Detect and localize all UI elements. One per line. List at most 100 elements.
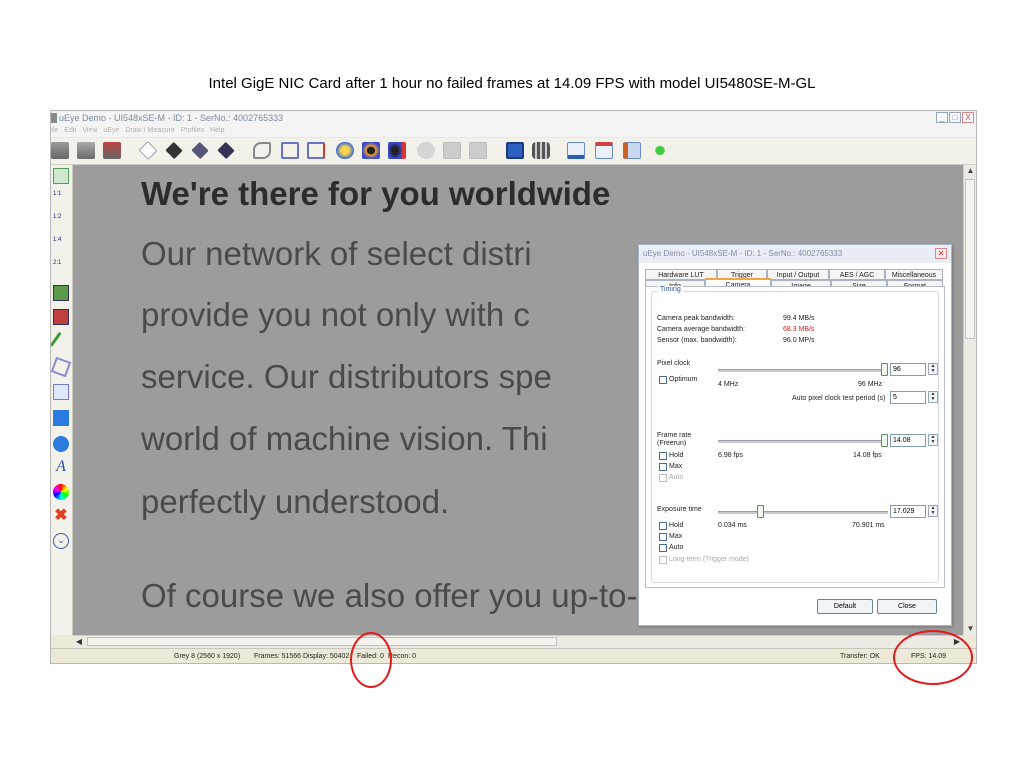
frame-rate-max-checkbox[interactable] — [659, 463, 667, 471]
status-frames: Frames: 51566 — [254, 653, 302, 660]
vertical-scroll-thumb[interactable] — [965, 179, 975, 339]
roi-delete-icon[interactable] — [307, 142, 325, 159]
menu-ueye[interactable]: uEye — [103, 125, 119, 137]
menu-view[interactable]: View — [82, 125, 97, 137]
menu-profiles[interactable]: Profiles — [181, 125, 204, 137]
disabled-2-icon[interactable] — [443, 142, 461, 159]
maximize-button[interactable]: □ — [949, 112, 961, 123]
exposure-spinner[interactable]: ▲ ▼ — [928, 505, 938, 517]
diamond-1-icon[interactable] — [138, 141, 158, 160]
dialog-close-button[interactable]: Close — [877, 599, 937, 614]
rectangle-tool-icon[interactable] — [53, 410, 69, 426]
camera-live-icon[interactable] — [77, 142, 95, 159]
pencil-icon[interactable] — [51, 331, 73, 355]
cpu-icon[interactable] — [336, 142, 354, 159]
dialog-close-icon[interactable]: ✕ — [935, 248, 947, 259]
main-toolbar — [51, 138, 976, 165]
pixel-clock-spinner[interactable]: ▲ ▼ — [928, 363, 938, 375]
frame-rate-input[interactable]: 14.08 — [890, 434, 926, 447]
image-info-icon[interactable] — [623, 142, 641, 159]
exposure-hold-label: Hold — [669, 522, 684, 529]
zoom-custom-icon[interactable] — [53, 285, 69, 301]
auto-pixel-clock-test-input[interactable]: 5 — [890, 391, 926, 404]
line-view-icon[interactable] — [595, 142, 613, 159]
menu-file[interactable]: File — [51, 125, 58, 137]
magic-wand-icon[interactable] — [651, 142, 669, 159]
diamond-4-icon[interactable] — [217, 141, 235, 160]
frame-rate-max: 14.08 fps — [853, 452, 882, 459]
polygon-icon[interactable] — [51, 356, 72, 378]
zoom-2-1-label: 2:1 — [53, 260, 62, 266]
frame-rate-auto-checkbox[interactable] — [659, 474, 667, 482]
disabled-1-icon[interactable] — [417, 142, 435, 159]
exposure-max-checkbox[interactable] — [659, 533, 667, 541]
histogram-icon[interactable] — [567, 142, 585, 159]
exposure-auto-checkbox[interactable] — [659, 544, 667, 552]
frame-rate-min: 6.98 fps — [718, 452, 743, 459]
frame-rate-slider[interactable] — [881, 434, 888, 447]
frame-rate-track — [718, 440, 888, 443]
timing-group-title: Timing — [658, 286, 683, 293]
pixel-clock-input[interactable]: 96 — [890, 363, 926, 376]
menu-help[interactable]: Help — [210, 125, 224, 137]
scroll-left-icon[interactable]: ◀ — [73, 636, 85, 648]
frame-rate-hold-label: Hold — [669, 452, 684, 459]
tab-aes-agc[interactable]: AES / AGC — [829, 269, 885, 280]
text-tool-icon[interactable]: A — [53, 459, 69, 475]
exposure-hold-checkbox[interactable] — [659, 522, 667, 530]
long-term-checkbox[interactable] — [659, 556, 667, 564]
pixel-clock-slider[interactable] — [881, 363, 888, 376]
auto-pixel-clock-test-spinner[interactable]: ▲ ▼ — [928, 391, 938, 403]
color-picker-icon[interactable] — [53, 484, 69, 500]
fit-to-window-icon[interactable] — [53, 168, 69, 184]
horizontal-scrollbar[interactable]: ◀ ▶ — [73, 635, 963, 648]
image-line-1: Our network of select distri — [141, 235, 532, 272]
zoom-1-2-label: 1:2 — [53, 214, 62, 220]
exposure-slider[interactable] — [757, 505, 765, 518]
camera-properties-dialog: uEye Demo - UI548xSE-M - ID: 1 - SerNo.:… — [638, 244, 952, 626]
menu-draw-measure[interactable]: Draw / Measure — [125, 125, 174, 137]
zoom-1-1-icon[interactable]: 1:1 — [53, 191, 69, 207]
scroll-up-icon[interactable]: ▲ — [964, 165, 976, 177]
minimize-button[interactable]: _ — [936, 112, 948, 123]
window-title: uEye Demo - UI548xSE-M - ID: 1 - SerNo.:… — [59, 113, 284, 123]
expand-icon[interactable]: ⌄ — [53, 533, 69, 549]
diamond-2-icon[interactable] — [165, 141, 183, 160]
disabled-3-icon[interactable] — [469, 142, 487, 159]
roi-rect-icon[interactable] — [281, 142, 299, 159]
dialog-title: uEye Demo - UI548xSE-M - ID: 1 - SerNo.:… — [643, 249, 843, 258]
zoom-1-4-icon[interactable]: 1:4 — [53, 237, 69, 253]
slide-title: Intel GigE NIC Card after 1 hour no fail… — [208, 75, 816, 92]
frame-rate-hold-checkbox[interactable] — [659, 452, 667, 460]
horizontal-scroll-thumb[interactable] — [87, 637, 557, 646]
scroll-down-icon[interactable]: ▼ — [964, 623, 976, 635]
wrench-icon[interactable] — [253, 142, 271, 159]
tab-miscellaneous[interactable]: Miscellaneous — [885, 269, 943, 280]
zoom-1-2-icon[interactable]: 1:2 — [53, 214, 69, 230]
status-format: Grey 8 (2560 x 1920) — [174, 653, 241, 660]
vertical-scrollbar[interactable]: ▲ ▼ — [963, 165, 976, 635]
record-stop-icon[interactable] — [388, 142, 406, 159]
diamond-3-icon[interactable] — [191, 141, 209, 160]
tabs-row-1: Hardware LUT Trigger Input / Output AES … — [645, 269, 943, 280]
save-icon[interactable] — [506, 142, 524, 159]
close-button[interactable]: X — [962, 112, 974, 123]
image-heading: We're there for you worldwide — [141, 175, 611, 212]
default-button[interactable]: Default — [817, 599, 873, 614]
optimum-checkbox[interactable] — [659, 376, 667, 384]
delete-drawing-icon[interactable]: ✖ — [53, 508, 69, 524]
film-icon[interactable] — [532, 142, 550, 159]
zoom-2-1-icon[interactable]: 2:1 — [53, 260, 69, 276]
exposure-input[interactable]: 17.029 — [890, 505, 926, 518]
app-icon — [51, 113, 57, 123]
copy-icon[interactable] — [53, 384, 69, 400]
status-display: Display: 50402 — [303, 653, 350, 660]
camera-close-icon[interactable] — [103, 142, 121, 159]
zoom-delete-icon[interactable] — [53, 309, 69, 325]
camera-open-icon[interactable] — [51, 142, 69, 159]
frame-rate-spinner[interactable]: ▲ ▼ — [928, 434, 938, 446]
record-icon[interactable] — [362, 142, 380, 159]
tab-input-output[interactable]: Input / Output — [767, 269, 829, 280]
menu-edit[interactable]: Edit — [64, 125, 76, 137]
ellipse-tool-icon[interactable] — [53, 436, 69, 452]
